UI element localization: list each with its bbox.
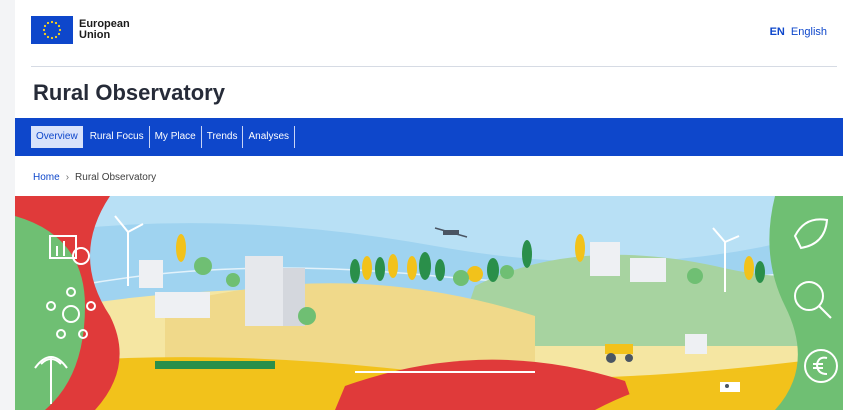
nav-item-trends[interactable]: Trends: [202, 126, 244, 148]
cow-icon: [720, 382, 740, 392]
page: European Union EN English Rural Observat…: [15, 0, 843, 410]
language-code: EN: [769, 26, 785, 38]
header-divider: [31, 66, 837, 67]
breadcrumb-current: Rural Observatory: [75, 172, 157, 183]
breadcrumb-separator: ›: [65, 172, 70, 183]
language-selector[interactable]: EN English: [770, 26, 827, 38]
site-title[interactable]: Rural Observatory: [33, 80, 225, 106]
breadcrumb: Home › Rural Observatory: [33, 172, 156, 183]
nav-item-overview[interactable]: Overview: [31, 126, 83, 148]
breadcrumb-home-link[interactable]: Home: [33, 172, 60, 183]
eu-logo-link[interactable]: European Union: [31, 16, 130, 44]
top-header: European Union EN English: [15, 0, 843, 60]
hero-illustration: [15, 196, 843, 410]
language-name: English: [790, 26, 827, 38]
main-navigation: Overview Rural Focus My Place Trends Ana…: [15, 118, 843, 156]
eu-flag-icon: [31, 16, 73, 44]
nav-item-analyses[interactable]: Analyses: [243, 126, 296, 148]
nav-item-rural-focus[interactable]: Rural Focus: [85, 126, 150, 148]
nav-item-my-place[interactable]: My Place: [150, 126, 202, 148]
logo-line-2: Union: [79, 29, 111, 41]
eu-logo-text: European Union: [79, 19, 130, 41]
